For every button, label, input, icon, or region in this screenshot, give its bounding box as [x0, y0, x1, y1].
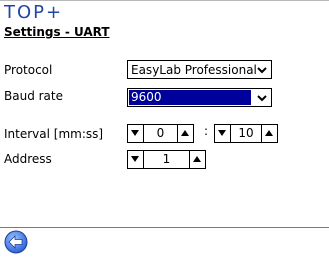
seconds-decrement-button[interactable]	[215, 125, 231, 142]
triangle-up-icon	[181, 130, 189, 136]
chevron-down-icon	[257, 95, 267, 102]
address-value: 1	[162, 152, 171, 166]
address-increment-button[interactable]	[189, 151, 205, 168]
interval-minutes-stepper[interactable]: 0	[127, 124, 194, 143]
triangle-up-icon	[265, 130, 273, 136]
triangle-down-icon	[218, 130, 226, 136]
protocol-value: EasyLab Professional	[131, 63, 257, 77]
minutes-increment-button[interactable]	[177, 125, 193, 142]
page-title: Settings - UART	[4, 25, 110, 39]
baud-rate-value: 9600	[129, 90, 251, 105]
interval-controls: 0 : 10	[127, 124, 327, 143]
top-divider	[0, 0, 329, 1]
address-decrement-button[interactable]	[128, 151, 144, 168]
triangle-down-icon	[131, 130, 139, 136]
seconds-value: 10	[238, 126, 254, 140]
chevron-down-icon	[257, 67, 267, 74]
protocol-select[interactable]: EasyLab Professional	[127, 60, 272, 79]
screen: TOP+ Settings - UART Protocol EasyLab Pr…	[0, 0, 329, 255]
protocol-label: Protocol	[4, 63, 53, 77]
back-button[interactable]	[4, 230, 28, 254]
baud-rate-label: Baud rate	[4, 89, 63, 103]
address-stepper[interactable]: 1	[127, 150, 206, 169]
interval-label: Interval [mm:ss]	[4, 127, 104, 141]
address-controls: 1	[127, 150, 207, 169]
minutes-value: 0	[156, 126, 165, 140]
minutes-decrement-button[interactable]	[128, 125, 144, 142]
seconds-increment-button[interactable]	[261, 125, 277, 142]
triangle-down-icon	[131, 156, 139, 162]
bottom-divider	[0, 227, 329, 228]
app-logo: TOP+	[4, 2, 64, 23]
address-label: Address	[4, 152, 52, 166]
time-separator: :	[204, 124, 209, 138]
triangle-up-icon	[193, 156, 201, 162]
back-arrow-icon	[4, 230, 28, 254]
interval-seconds-stepper[interactable]: 10	[214, 124, 278, 143]
baud-rate-select[interactable]: 9600	[127, 88, 272, 107]
